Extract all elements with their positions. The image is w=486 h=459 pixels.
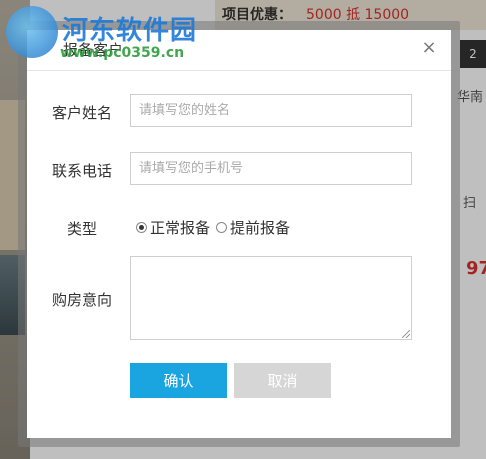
close-icon[interactable]: × bbox=[419, 38, 439, 58]
cancel-button[interactable]: 取消 bbox=[234, 363, 331, 398]
intent-textarea[interactable] bbox=[130, 256, 412, 340]
radio-checked-icon[interactable] bbox=[136, 221, 147, 233]
name-label: 客户姓名 bbox=[52, 104, 113, 122]
type-radio-group: 正常报备 提前报备 bbox=[136, 216, 296, 238]
radio-label: 提前报备 bbox=[230, 218, 291, 237]
report-customer-dialog: 报备客户 × 客户姓名 联系电话 类型 正常报备 提前报备 购房意向 确认 取消 bbox=[27, 30, 451, 438]
watermark-title: 河东软件园 bbox=[62, 16, 198, 46]
confirm-button[interactable]: 确认 bbox=[130, 363, 227, 398]
name-input[interactable] bbox=[130, 94, 412, 127]
type-label: 类型 bbox=[67, 220, 98, 238]
watermark-logo-icon bbox=[6, 6, 58, 58]
watermark-url: www.pc0359.cn bbox=[60, 45, 185, 61]
phone-label: 联系电话 bbox=[52, 162, 113, 180]
phone-input[interactable] bbox=[130, 152, 412, 185]
radio-normal-report[interactable]: 正常报备 bbox=[136, 217, 210, 238]
intent-label: 购房意向 bbox=[52, 291, 113, 309]
radio-early-report[interactable]: 提前报备 bbox=[216, 217, 290, 238]
resize-grip-icon[interactable] bbox=[402, 330, 410, 338]
radio-label: 正常报备 bbox=[150, 218, 211, 237]
radio-unchecked-icon[interactable] bbox=[216, 221, 228, 233]
